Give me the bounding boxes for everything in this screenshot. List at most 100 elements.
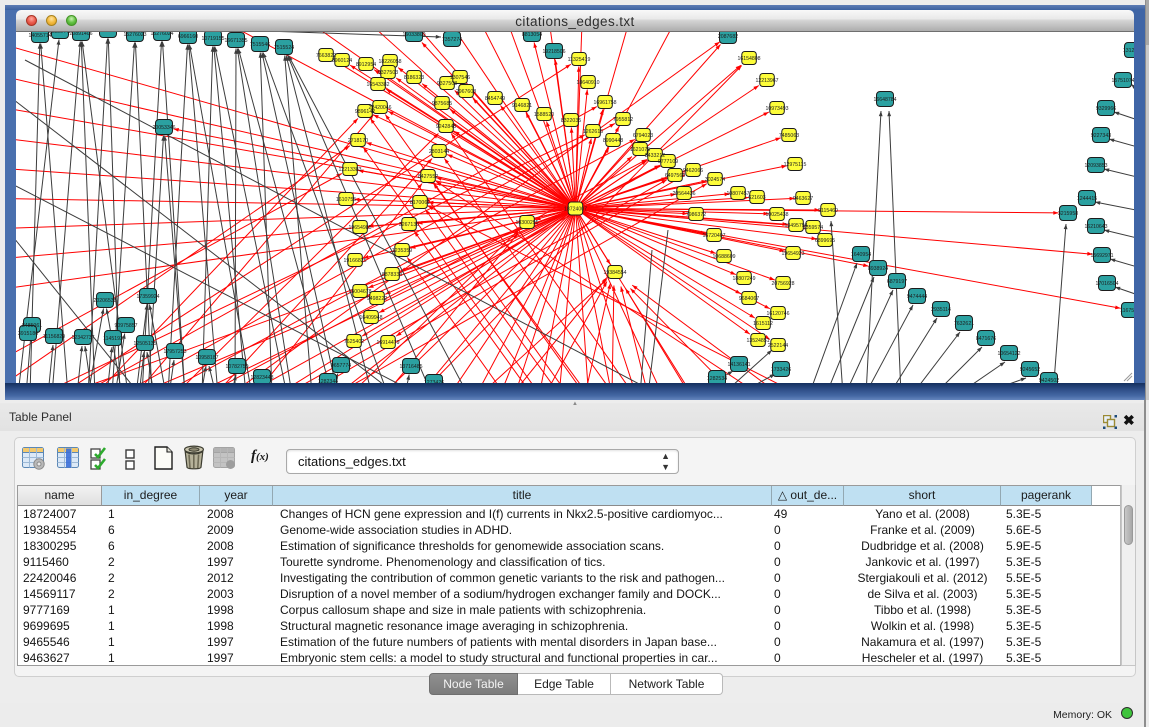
svg-text:8485061: 8485061 <box>22 323 42 329</box>
svg-text:12093853: 12093853 <box>1084 163 1107 169</box>
svg-text:6794023: 6794023 <box>633 133 653 139</box>
svg-text:13524851: 13524851 <box>746 338 769 344</box>
svg-text:8322035: 8322035 <box>561 118 581 124</box>
svg-text:1167534: 1167534 <box>1120 308 1134 314</box>
svg-text:2718170: 2718170 <box>348 138 368 144</box>
svg-text:2087682: 2087682 <box>718 34 738 40</box>
svg-text:16961758: 16961758 <box>593 100 616 106</box>
svg-text:1235359: 1235359 <box>392 248 412 254</box>
svg-text:7357274: 7357274 <box>442 37 462 43</box>
svg-text:18640910: 18640910 <box>576 80 599 86</box>
svg-text:16033809: 16033809 <box>402 32 425 38</box>
svg-text:3267130: 3267130 <box>399 222 419 228</box>
svg-text:18724007: 18724007 <box>564 206 587 212</box>
svg-text:17957253: 17957253 <box>163 349 186 355</box>
svg-text:10688609: 10688609 <box>712 254 735 260</box>
svg-text:8813054: 8813054 <box>522 32 542 38</box>
svg-text:7986372: 7986372 <box>686 212 706 218</box>
svg-text:12213383: 12213383 <box>338 167 361 173</box>
svg-text:20053346: 20053346 <box>152 125 175 131</box>
svg-text:1588520: 1588520 <box>534 112 554 118</box>
svg-text:10807457: 10807457 <box>726 191 749 197</box>
svg-text:1244415: 1244415 <box>1077 196 1097 202</box>
svg-text:16671355: 16671355 <box>224 38 247 44</box>
svg-text:2522144: 2522144 <box>768 343 788 349</box>
svg-text:1640954: 1640954 <box>851 252 871 258</box>
svg-text:16154808: 16154808 <box>737 56 760 62</box>
svg-text:10958187: 10958187 <box>195 355 218 361</box>
svg-text:621603: 621603 <box>748 195 765 201</box>
svg-text:8454749: 8454749 <box>485 96 505 102</box>
svg-text:20564436: 20564436 <box>672 191 695 197</box>
svg-text:18807249: 18807249 <box>732 276 755 282</box>
svg-text:7515546: 7515546 <box>250 42 270 48</box>
svg-text:10025438: 10025438 <box>765 212 788 218</box>
svg-text:19356442: 19356442 <box>48 32 71 35</box>
svg-text:20891406: 20891406 <box>69 32 92 37</box>
svg-text:14136141: 14136141 <box>727 362 750 368</box>
svg-text:20206538: 20206538 <box>93 298 116 304</box>
svg-text:12505135: 12505135 <box>133 341 156 347</box>
svg-text:9463627: 9463627 <box>793 196 813 202</box>
svg-text:19218506: 19218506 <box>542 49 565 55</box>
svg-text:1312564: 1312564 <box>1123 48 1134 54</box>
svg-text:15692971: 15692971 <box>1090 253 1113 259</box>
svg-text:8471676: 8471676 <box>976 336 996 342</box>
svg-text:3915186: 3915186 <box>18 331 38 337</box>
svg-text:1262615: 1262615 <box>583 129 603 135</box>
svg-text:11325419: 11325419 <box>568 57 591 63</box>
svg-text:8427552: 8427552 <box>418 174 438 180</box>
svg-text:9327503: 9327503 <box>378 70 398 76</box>
svg-text:8170061: 8170061 <box>410 200 430 206</box>
svg-text:8878334: 8878334 <box>382 272 402 278</box>
svg-text:6966160: 6966160 <box>178 34 198 40</box>
svg-text:1282534: 1282534 <box>707 376 727 382</box>
svg-text:1359574: 1359574 <box>803 225 823 231</box>
svg-text:10653287: 10653287 <box>96 32 119 34</box>
svg-text:17359924: 17359924 <box>136 294 159 300</box>
svg-text:9327508: 9327508 <box>437 81 457 87</box>
svg-text:8990448: 8990448 <box>603 138 623 144</box>
svg-text:15751074: 15751074 <box>1111 78 1134 84</box>
svg-text:8938924: 8938924 <box>868 266 888 272</box>
svg-text:19654923: 19654923 <box>781 251 804 257</box>
svg-text:9424502: 9424502 <box>1039 378 1059 383</box>
svg-text:10654122: 10654122 <box>997 351 1020 357</box>
svg-text:18226058: 18226058 <box>378 59 401 65</box>
svg-text:10719155: 10719155 <box>201 36 224 42</box>
svg-text:9684067: 9684067 <box>739 296 759 302</box>
svg-text:9875685: 9875685 <box>432 101 452 107</box>
svg-text:1282344: 1282344 <box>318 379 338 383</box>
svg-text:9115460: 9115460 <box>818 208 838 214</box>
svg-text:16409948: 16409948 <box>359 315 382 321</box>
svg-text:3024574: 3024574 <box>705 177 725 183</box>
svg-text:3215958: 3215958 <box>1058 211 1078 217</box>
svg-text:12213967: 12213967 <box>755 78 778 84</box>
svg-text:90975857: 90975857 <box>114 323 137 329</box>
svg-text:16120746: 16120746 <box>766 311 789 317</box>
svg-text:15276024: 15276024 <box>150 32 173 37</box>
svg-text:9245652: 9245652 <box>1020 367 1040 373</box>
svg-text:1307546: 1307546 <box>450 75 470 81</box>
svg-text:7625402: 7625402 <box>344 339 364 345</box>
svg-text:1145193: 1145193 <box>103 336 123 342</box>
svg-text:16543382: 16543382 <box>366 82 389 88</box>
svg-text:17016504: 17016504 <box>1095 281 1118 287</box>
svg-text:13716485: 13716485 <box>399 364 422 370</box>
svg-text:9462066: 9462066 <box>683 168 703 174</box>
svg-text:9227343: 9227343 <box>1091 133 1111 139</box>
svg-text:16914479: 16914479 <box>376 340 399 346</box>
svg-text:8186323: 8186323 <box>404 75 424 81</box>
svg-text:8912954: 8912954 <box>356 62 376 68</box>
svg-text:20756928: 20756928 <box>771 281 794 287</box>
svg-text:9474444: 9474444 <box>907 294 927 300</box>
svg-text:1615112: 1615112 <box>753 321 773 327</box>
svg-text:18300295: 18300295 <box>515 220 538 226</box>
svg-text:2967608: 2967608 <box>456 89 476 95</box>
svg-text:9777109: 9777109 <box>658 159 678 165</box>
svg-text:7485063: 7485063 <box>779 133 799 139</box>
svg-text:12823448: 12823448 <box>250 375 273 381</box>
svg-text:19166825: 19166825 <box>343 258 366 264</box>
svg-text:7515524: 7515524 <box>274 45 294 51</box>
svg-text:1733426: 1733426 <box>771 367 791 373</box>
